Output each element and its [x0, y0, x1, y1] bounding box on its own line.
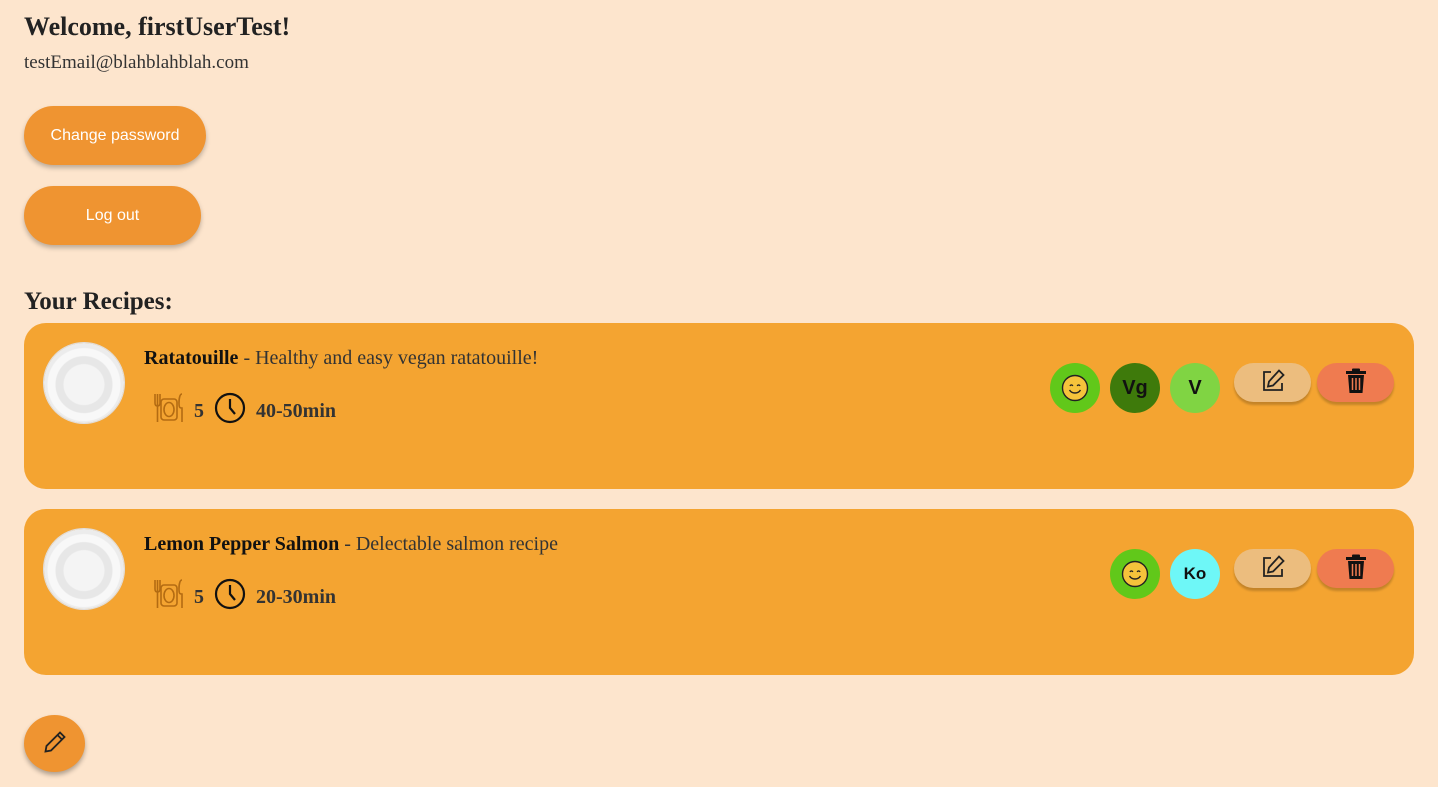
- kosher-badge: Ko: [1170, 549, 1220, 599]
- edit-icon: [1260, 368, 1286, 397]
- diet-tags: Vg V: [1050, 363, 1220, 413]
- recipe-card: Lemon Pepper Salmon - Delectable salmon …: [24, 509, 1414, 675]
- trash-icon: [1345, 554, 1367, 583]
- edit-recipe-button[interactable]: [1234, 549, 1311, 588]
- user-email: testEmail@blahblahblah.com: [24, 52, 249, 73]
- logout-button[interactable]: Log out: [24, 186, 201, 245]
- pencil-icon: [42, 729, 68, 758]
- plate-cutlery-icon: [152, 577, 186, 617]
- recipe-description: - Delectable salmon recipe: [339, 533, 558, 555]
- clock-icon: [214, 392, 246, 430]
- clock-icon: [214, 578, 246, 616]
- vegetarian-badge: V: [1170, 363, 1220, 413]
- plate-cutlery-icon: [152, 391, 186, 431]
- recipe-description: - Healthy and easy vegan ratatouille!: [238, 347, 539, 369]
- recipe-actions: [1234, 363, 1394, 402]
- recipe-title-line: Ratatouille - Healthy and easy vegan rat…: [144, 347, 538, 370]
- smiley-icon: [1110, 549, 1160, 599]
- recipe-name: Lemon Pepper Salmon: [144, 533, 340, 555]
- welcome-heading: Welcome, firstUserTest!: [24, 12, 291, 41]
- delete-recipe-button[interactable]: [1317, 363, 1394, 402]
- recipe-image: [44, 343, 124, 423]
- servings-count: 5: [194, 399, 204, 422]
- edit-recipe-button[interactable]: [1234, 363, 1311, 402]
- recipe-image: [44, 529, 124, 609]
- smiley-icon: [1050, 363, 1100, 413]
- recipe-actions: [1234, 549, 1394, 588]
- vegan-badge: Vg: [1110, 363, 1160, 413]
- add-recipe-button[interactable]: [24, 715, 85, 772]
- recipe-card: Ratatouille - Healthy and easy vegan rat…: [24, 323, 1414, 489]
- recipe-meta: 5 40-50min: [152, 391, 336, 431]
- edit-icon: [1260, 554, 1286, 583]
- recipe-title-line: Lemon Pepper Salmon - Delectable salmon …: [144, 533, 558, 556]
- cook-time: 20-30min: [256, 585, 336, 608]
- change-password-button[interactable]: Change password: [24, 106, 206, 165]
- cook-time: 40-50min: [256, 399, 336, 422]
- trash-icon: [1345, 368, 1367, 397]
- servings-count: 5: [194, 585, 204, 608]
- recipe-meta: 5 20-30min: [152, 577, 336, 617]
- recipes-heading: Your Recipes:: [24, 288, 173, 315]
- recipe-name: Ratatouille: [144, 347, 239, 369]
- delete-recipe-button[interactable]: [1317, 549, 1394, 588]
- diet-tags: Ko: [1110, 549, 1220, 599]
